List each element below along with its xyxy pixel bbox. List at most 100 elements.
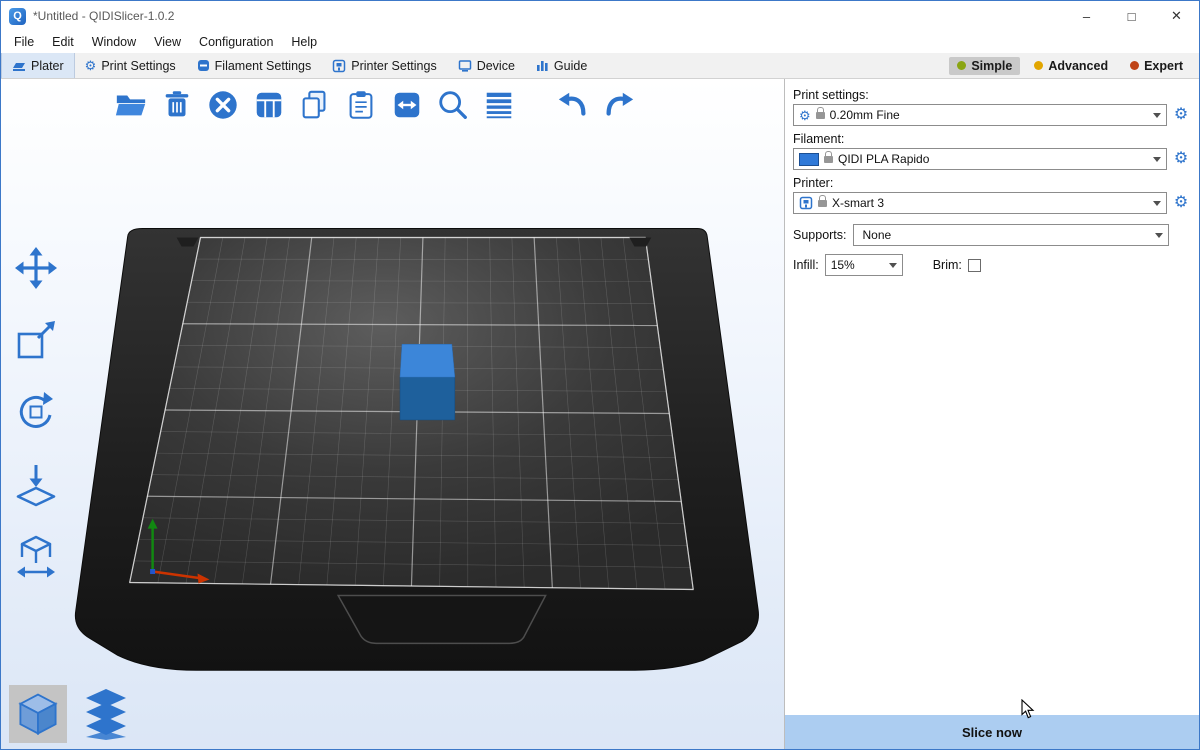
- printer-label: Printer:: [793, 176, 1191, 190]
- guide-icon: [536, 59, 549, 72]
- paste-icon[interactable]: [343, 87, 379, 123]
- place-on-face-tool-icon[interactable]: [11, 459, 61, 509]
- tab-printer-settings-label: Printer Settings: [351, 59, 436, 73]
- expert-dot-icon: [1130, 61, 1139, 70]
- filament-label: Filament:: [793, 132, 1191, 146]
- menu-edit[interactable]: Edit: [43, 31, 83, 53]
- mode-simple-label: Simple: [971, 59, 1012, 73]
- tab-guide-label: Guide: [554, 59, 587, 73]
- printer-gear-button[interactable]: ⚙: [1171, 193, 1191, 213]
- editor-3d-view-icon[interactable]: [9, 685, 67, 743]
- infill-label: Infill:: [793, 258, 819, 272]
- filament-combo[interactable]: QIDI PLA Rapido: [793, 148, 1167, 170]
- tab-print-settings[interactable]: ⚙ Print Settings: [75, 53, 187, 78]
- print-settings-gear-button[interactable]: ⚙: [1171, 105, 1191, 125]
- variable-layer-height-icon[interactable]: [481, 87, 517, 123]
- title-bar: Q *Untitled - QIDISlicer-1.0.2 – □ ✕: [1, 1, 1199, 31]
- supports-label: Supports:: [793, 228, 847, 242]
- viewport-toolbar: [113, 87, 637, 123]
- chevron-down-icon: [1153, 201, 1161, 206]
- tab-device[interactable]: Device: [448, 53, 526, 78]
- print-settings-combo[interactable]: ⚙ 0.20mm Fine: [793, 104, 1167, 126]
- filament-color-swatch: [799, 153, 819, 166]
- filament-icon: [197, 59, 210, 72]
- tab-print-settings-label: Print Settings: [101, 59, 175, 73]
- window-controls: – □ ✕: [1064, 1, 1199, 31]
- menu-help[interactable]: Help: [282, 31, 326, 53]
- search-icon[interactable]: [435, 87, 471, 123]
- gizmo-toolbar: [11, 243, 61, 581]
- lock-icon: [816, 112, 825, 119]
- redo-icon[interactable]: [601, 87, 637, 123]
- supports-combo[interactable]: None: [853, 224, 1169, 246]
- mode-selector: Simple Advanced Expert: [949, 53, 1199, 78]
- delete-all-icon[interactable]: [205, 87, 241, 123]
- scale-tool-icon[interactable]: [11, 315, 61, 365]
- tab-device-label: Device: [477, 59, 515, 73]
- preview-layers-view-icon[interactable]: [77, 685, 135, 743]
- copy-icon[interactable]: [297, 87, 333, 123]
- chevron-down-icon: [1155, 233, 1163, 238]
- supports-value: None: [859, 228, 892, 242]
- print-settings-value: 0.20mm Fine: [830, 108, 900, 122]
- menu-view[interactable]: View: [145, 31, 190, 53]
- measure-tool-icon[interactable]: [11, 531, 61, 581]
- printer-icon: [799, 196, 813, 210]
- infill-value: 15%: [831, 258, 855, 272]
- tab-plater-label: Plater: [31, 59, 64, 73]
- model-cube[interactable]: [400, 344, 455, 420]
- tab-bar: Plater ⚙ Print Settings Filament Setting…: [1, 53, 1199, 79]
- instances-icon[interactable]: [389, 87, 425, 123]
- arrange-icon[interactable]: [251, 87, 287, 123]
- menu-window[interactable]: Window: [83, 31, 145, 53]
- print-settings-label: Print settings:: [793, 88, 1191, 102]
- mode-simple[interactable]: Simple: [949, 57, 1020, 75]
- plater-icon: [12, 59, 26, 73]
- rotate-tool-icon[interactable]: [11, 387, 61, 437]
- delete-icon[interactable]: [159, 87, 195, 123]
- move-tool-icon[interactable]: [11, 243, 61, 293]
- lock-icon: [824, 156, 833, 163]
- tab-filament-settings-label: Filament Settings: [215, 59, 312, 73]
- printer-combo[interactable]: X-smart 3: [793, 192, 1167, 214]
- brim-label: Brim:: [933, 258, 962, 272]
- maximize-button[interactable]: □: [1109, 1, 1154, 31]
- brim-checkbox[interactable]: [968, 259, 981, 272]
- bed-handle: [338, 595, 545, 643]
- gear-icon: ⚙: [85, 59, 97, 72]
- window-title: *Untitled - QIDISlicer-1.0.2: [33, 9, 174, 23]
- printer-icon: [332, 59, 346, 73]
- open-folder-icon[interactable]: [113, 87, 149, 123]
- close-button[interactable]: ✕: [1154, 1, 1199, 31]
- chevron-down-icon: [889, 263, 897, 268]
- tab-filament-settings[interactable]: Filament Settings: [187, 53, 323, 78]
- mode-expert-label: Expert: [1144, 59, 1183, 73]
- simple-dot-icon: [957, 61, 966, 70]
- device-icon: [458, 59, 472, 73]
- tab-plater[interactable]: Plater: [1, 53, 75, 78]
- filament-value: QIDI PLA Rapido: [838, 152, 929, 166]
- mode-expert[interactable]: Expert: [1122, 57, 1191, 75]
- undo-icon[interactable]: [555, 87, 591, 123]
- menu-bar: File Edit Window View Configuration Help: [1, 31, 1199, 53]
- mode-advanced[interactable]: Advanced: [1026, 57, 1116, 75]
- view-switcher: [9, 685, 135, 743]
- lock-icon: [818, 200, 827, 207]
- menu-configuration[interactable]: Configuration: [190, 31, 282, 53]
- minimize-button[interactable]: –: [1064, 1, 1109, 31]
- app-window: Q *Untitled - QIDISlicer-1.0.2 – □ ✕ Fil…: [0, 0, 1200, 750]
- tab-guide[interactable]: Guide: [526, 53, 598, 78]
- chevron-down-icon: [1153, 113, 1161, 118]
- tab-printer-settings[interactable]: Printer Settings: [322, 53, 447, 78]
- viewport-3d[interactable]: [1, 79, 784, 749]
- gear-icon: ⚙: [799, 109, 811, 122]
- menu-file[interactable]: File: [5, 31, 43, 53]
- printer-value: X-smart 3: [832, 196, 884, 210]
- advanced-dot-icon: [1034, 61, 1043, 70]
- settings-sidebar: Print settings: ⚙ 0.20mm Fine ⚙ Filament…: [784, 79, 1199, 749]
- infill-combo[interactable]: 15%: [825, 254, 903, 276]
- filament-gear-button[interactable]: ⚙: [1171, 149, 1191, 169]
- mode-advanced-label: Advanced: [1048, 59, 1108, 73]
- chevron-down-icon: [1153, 157, 1161, 162]
- slice-now-button[interactable]: Slice now: [785, 715, 1199, 749]
